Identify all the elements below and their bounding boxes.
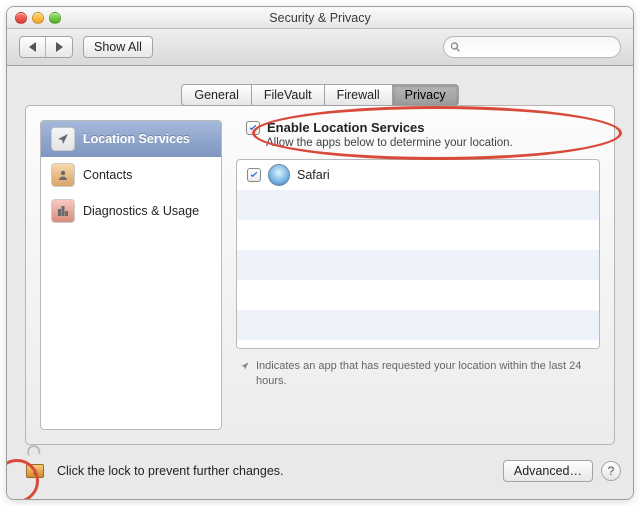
content-area: General FileVault Firewall Privacy Locat… — [7, 66, 633, 499]
chevron-left-icon — [29, 42, 36, 52]
tab-privacy-label: Privacy — [405, 88, 446, 102]
location-arrow-icon — [51, 127, 75, 151]
show-all-button[interactable]: Show All — [83, 36, 153, 58]
enable-location-desc: Allow the apps below to determine your l… — [266, 137, 594, 149]
tab-general-label: General — [194, 88, 238, 102]
enable-location-label: Enable Location Services — [267, 120, 425, 135]
privacy-main: Enable Location Services Allow the apps … — [236, 120, 600, 430]
lock-shackle-icon — [26, 444, 40, 456]
nav-back-forward-segment — [19, 36, 73, 58]
lock-button[interactable] — [19, 455, 51, 487]
tab-privacy[interactable]: Privacy — [392, 84, 459, 106]
apps-alt-row — [237, 340, 599, 349]
bottom-bar: Click the lock to prevent further change… — [19, 455, 621, 487]
toolbar: Show All — [7, 29, 633, 66]
enable-location-checkbox[interactable] — [246, 121, 260, 135]
app-safari-checkbox[interactable] — [247, 168, 261, 182]
titlebar: Security & Privacy — [7, 7, 633, 29]
tab-filevault-label: FileVault — [264, 88, 312, 102]
apps-alt-row — [237, 250, 599, 280]
diagnostics-icon — [51, 199, 75, 223]
window-title: Security & Privacy — [7, 7, 633, 29]
advanced-button[interactable]: Advanced… — [503, 460, 593, 482]
advanced-button-label: Advanced… — [514, 464, 582, 478]
help-button[interactable]: ? — [601, 461, 621, 481]
search-input[interactable] — [465, 39, 614, 55]
show-all-label: Show All — [94, 40, 142, 54]
sidebar-item-contacts-label: Contacts — [83, 168, 132, 182]
apps-alt-row — [237, 190, 599, 220]
apps-alt-row — [237, 280, 599, 310]
tab-filevault[interactable]: FileVault — [251, 84, 324, 106]
contacts-icon — [51, 163, 75, 187]
tab-general[interactable]: General — [181, 84, 250, 106]
chevron-right-icon — [56, 42, 63, 52]
privacy-panel: Location Services Contacts Diagnostics &… — [25, 105, 615, 445]
location-footnote-text: Indicates an app that has requested your… — [256, 359, 596, 390]
sidebar-item-diagnostics[interactable]: Diagnostics & Usage — [41, 193, 221, 229]
app-row-safari[interactable]: Safari — [237, 160, 599, 190]
privacy-sidebar: Location Services Contacts Diagnostics &… — [40, 120, 222, 430]
sidebar-item-location-label: Location Services — [83, 132, 190, 146]
sidebar-item-diagnostics-label: Diagnostics & Usage — [83, 204, 199, 218]
prefs-window: Security & Privacy Show All General File… — [6, 6, 634, 500]
safari-icon — [268, 164, 290, 186]
search-icon — [450, 41, 461, 53]
tab-firewall-label: Firewall — [337, 88, 380, 102]
apps-list: Safari — [236, 159, 600, 349]
location-arrow-icon — [240, 361, 250, 371]
forward-button[interactable] — [46, 37, 72, 57]
sidebar-item-location[interactable]: Location Services — [41, 121, 221, 157]
back-button[interactable] — [20, 37, 46, 57]
app-safari-label: Safari — [297, 168, 330, 182]
location-footnote: Indicates an app that has requested your… — [236, 349, 600, 390]
sidebar-item-contacts[interactable]: Contacts — [41, 157, 221, 193]
search-field-wrap[interactable] — [443, 36, 621, 58]
tab-firewall[interactable]: Firewall — [324, 84, 392, 106]
tab-bar: General FileVault Firewall Privacy — [181, 84, 458, 106]
lock-hint-text: Click the lock to prevent further change… — [57, 464, 284, 478]
apps-alt-row — [237, 310, 599, 340]
apps-alt-row — [237, 220, 599, 250]
lock-icon — [26, 464, 44, 478]
